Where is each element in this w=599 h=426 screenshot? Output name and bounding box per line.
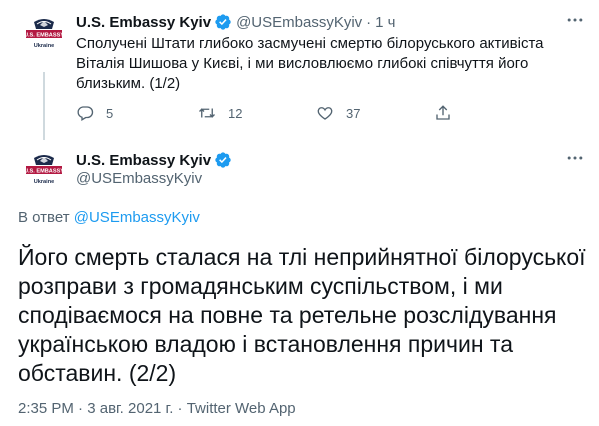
reply-handle-link[interactable]: @USEmbassyKyiv [74, 209, 200, 226]
tweet2-header: U.S. Embassy Kyiv [76, 150, 236, 170]
separator-dot: · [78, 400, 84, 417]
svg-text:U.S. EMBASSY: U.S. EMBASSY [24, 168, 64, 174]
avatar[interactable]: U.S. EMBASSY Ukraine [20, 148, 68, 196]
tweet2-text: Його смерть сталася на тлі неприйнятної … [18, 244, 586, 386]
author-name[interactable]: U.S. Embassy Kyiv [76, 14, 211, 31]
tweet1-text: Сполучені Штати глибоко засмучені смертю… [76, 35, 544, 92]
svg-text:Ukraine: Ukraine [34, 179, 55, 185]
tweet1-header: U.S. Embassy Kyiv @USEmbassyKyiv · 1 ч [76, 12, 396, 32]
reply-prefix: В ответ [18, 209, 70, 226]
embassy-logo: U.S. EMBASSY Ukraine [20, 148, 68, 196]
like-icon [317, 107, 333, 120]
tweet-source[interactable]: Twitter Web App [187, 400, 296, 417]
verified-icon [214, 13, 232, 31]
avatar[interactable]: U.S. EMBASSY Ukraine [20, 12, 68, 60]
reply-icon [77, 106, 94, 121]
author-handle[interactable]: @USEmbassyKyiv [236, 14, 362, 31]
tweet-date[interactable]: 3 авг. 2021 г. [87, 400, 173, 417]
separator-dot: · [177, 400, 183, 417]
like-button[interactable]: 37 [316, 104, 360, 122]
tweet-time[interactable]: 2:35 PM [18, 400, 74, 417]
svg-text:U.S. EMBASSY: U.S. EMBASSY [24, 32, 64, 38]
retweet-icon [199, 108, 215, 118]
like-count: 37 [346, 105, 361, 121]
author-name[interactable]: U.S. Embassy Kyiv [76, 152, 211, 169]
reply-button[interactable]: 5 [76, 104, 113, 122]
more-icon[interactable] [565, 148, 585, 168]
more-icon[interactable] [565, 10, 585, 30]
separator-dot: · [366, 13, 372, 31]
reply-count: 5 [106, 105, 114, 121]
svg-text:Ukraine: Ukraine [34, 43, 55, 49]
embassy-logo: U.S. EMBASSY Ukraine [20, 12, 68, 60]
retweet-count: 12 [228, 105, 243, 121]
share-icon [436, 105, 450, 120]
reply-context: В ответ @USEmbassyKyiv [18, 209, 200, 226]
verified-icon [214, 151, 232, 169]
tweet-meta: 2:35 PM · 3 авг. 2021 г. · Twitter Web A… [18, 400, 296, 417]
thread-line [43, 72, 45, 140]
tweet-time[interactable]: 1 ч [375, 14, 395, 31]
author-handle[interactable]: @USEmbassyKyiv [76, 170, 202, 187]
share-button[interactable] [434, 104, 464, 122]
retweet-button[interactable]: 12 [198, 104, 242, 122]
tweet1-actions: 5 12 37 [68, 101, 518, 125]
